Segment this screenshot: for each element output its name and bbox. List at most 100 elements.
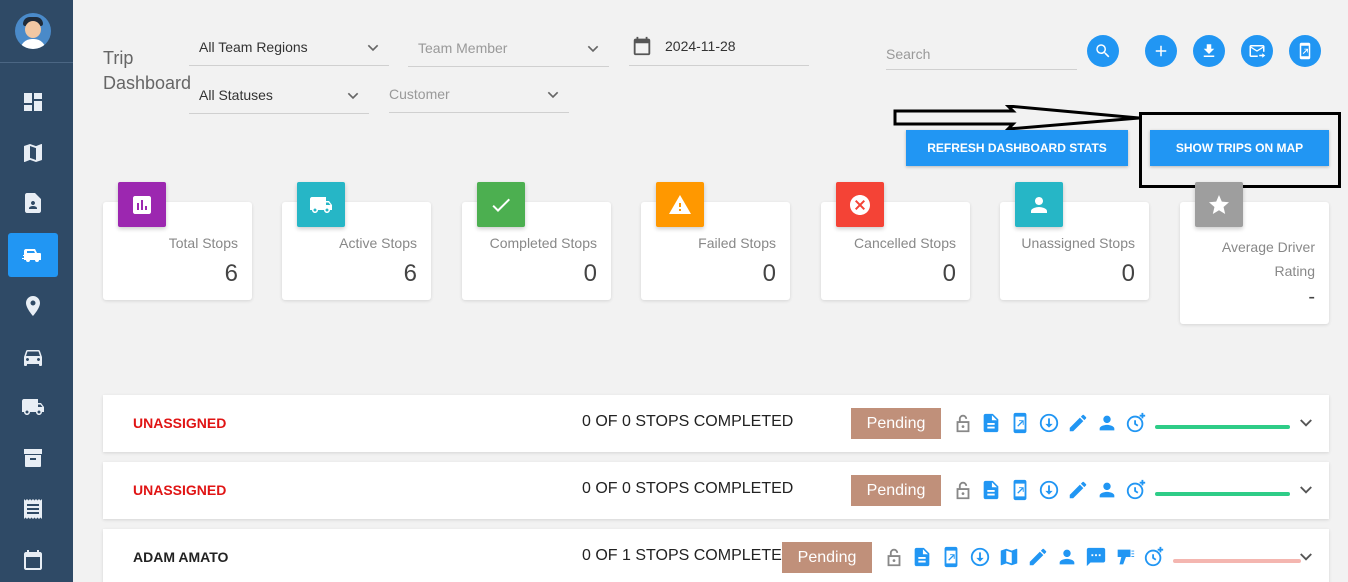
user-avatar[interactable] [15,13,51,49]
trip-driver: UNASSIGNED [133,415,227,431]
download-icon [1203,44,1215,57]
page-title: Trip Dashboard [103,48,192,93]
person-icon[interactable] [1056,546,1078,568]
statuses-value: All Statuses [199,87,273,103]
email-icon [1249,45,1266,58]
car-trips-icon[interactable] [8,233,58,277]
search-button[interactable] [1087,35,1119,67]
stat-label: Failed Stops [698,235,776,251]
team-regions-value: All Team Regions [199,39,308,55]
stat-label: Cancelled Stops [854,235,956,251]
stat-value: - [1308,286,1315,308]
chevron-down-icon[interactable] [1297,481,1315,499]
trip-row[interactable]: UNASSIGNED 0 OF 0 STOPS COMPLETED Pendin… [103,395,1329,452]
document-icon[interactable] [980,412,1002,434]
status-badge: Pending [851,475,941,506]
add-time-icon[interactable] [1125,412,1147,434]
cancel-icon [836,182,884,227]
download-circle-icon[interactable] [1038,479,1060,501]
document-icon[interactable] [980,479,1002,501]
stat-value: 6 [224,260,238,287]
email-button[interactable] [1241,35,1273,67]
download-button[interactable] [1193,35,1225,67]
refresh-dashboard-stats-button[interactable]: REFRESH DASHBOARD STATS [906,130,1128,166]
team-regions-select[interactable]: All Team Regions [189,30,389,66]
chevron-down-icon [587,45,599,53]
edit-icon[interactable] [1027,546,1049,568]
add-time-icon[interactable] [1125,479,1147,501]
stat-value: 0 [942,260,956,287]
add-time-icon[interactable] [1143,546,1165,568]
search-field[interactable] [886,36,1077,70]
person-icon [1015,182,1063,227]
annotation-arrow [893,105,1140,131]
progress-bar [1173,559,1301,563]
trip-driver: UNASSIGNED [133,482,227,498]
chevron-down-icon [547,91,559,99]
lock-icon[interactable] [883,546,905,568]
team-member-placeholder: Team Member [418,40,508,56]
trip-progress-text: 0 OF 0 STOPS COMPLETED [582,480,794,497]
progress-bar [1155,492,1290,496]
mobile-icon[interactable] [1009,412,1031,434]
show-trips-on-map-button[interactable]: SHOW TRIPS ON MAP [1150,130,1329,166]
mobile-icon[interactable] [940,546,962,568]
stat-value: 6 [403,260,417,287]
chevron-down-icon [347,92,359,100]
person-icon[interactable] [1096,412,1118,434]
edit-icon[interactable] [1067,479,1089,501]
status-badge: Pending [851,408,941,439]
search-input[interactable] [886,36,1077,69]
chat-icon[interactable] [1085,546,1107,568]
stat-label: Completed Stops [489,235,597,251]
mobile-icon[interactable] [1009,479,1031,501]
document-icon[interactable] [911,546,933,568]
status-badge: Pending [782,542,872,573]
person-icon[interactable] [1096,479,1118,501]
customer-placeholder: Customer [389,86,450,102]
customer-select[interactable]: Customer [389,77,569,113]
stat-label: Total Stops [168,235,238,251]
calendar-icon[interactable] [8,538,58,582]
stat-value: 0 [583,260,597,287]
stat-label: Active Stops [339,235,417,251]
lock-icon[interactable] [952,412,974,434]
statuses-select[interactable]: All Statuses [189,78,369,114]
stat-label: Unassigned Stops [1021,235,1135,251]
chevron-down-icon[interactable] [1297,414,1315,432]
sidebar-divider [0,62,73,63]
archive-icon[interactable] [8,436,58,480]
lock-icon[interactable] [952,479,974,501]
warning-icon [656,182,704,227]
stat-value: 0 [762,260,776,287]
team-member-select[interactable]: Team Member [408,31,609,67]
map-icon[interactable] [8,131,58,175]
car-icon[interactable] [8,335,58,379]
contact-file-icon[interactable] [8,181,58,225]
stat-value: 0 [1121,260,1135,287]
date-picker[interactable]: 2024-11-28 [629,28,809,66]
stat-label: Average Driver Rating [1221,239,1315,279]
truck-icon [297,182,345,227]
trip-row[interactable]: ADAM AMATO 0 OF 1 STOPS COMPLETED Pendin… [103,529,1329,582]
chevron-down-icon[interactable] [1297,548,1315,566]
location-pin-icon[interactable] [8,284,58,328]
mobile-button[interactable] [1289,35,1321,67]
trip-row[interactable]: UNASSIGNED 0 OF 0 STOPS COMPLETED Pendin… [103,462,1329,519]
download-circle-icon[interactable] [969,546,991,568]
scanner-icon[interactable] [1114,546,1136,568]
progress-bar [1155,425,1290,429]
report-icon [118,182,166,227]
star-icon [1195,182,1243,227]
add-icon [1155,45,1167,57]
dashboard-icon[interactable] [8,80,58,124]
truck-icon[interactable] [8,385,58,429]
add-button[interactable] [1145,35,1177,67]
map-icon[interactable] [998,546,1020,568]
download-circle-icon[interactable] [1038,412,1060,434]
receipt-icon[interactable] [8,487,58,531]
calendar-icon [633,36,651,56]
check-icon [477,182,525,227]
chevron-down-icon [367,44,379,52]
edit-icon[interactable] [1067,412,1089,434]
